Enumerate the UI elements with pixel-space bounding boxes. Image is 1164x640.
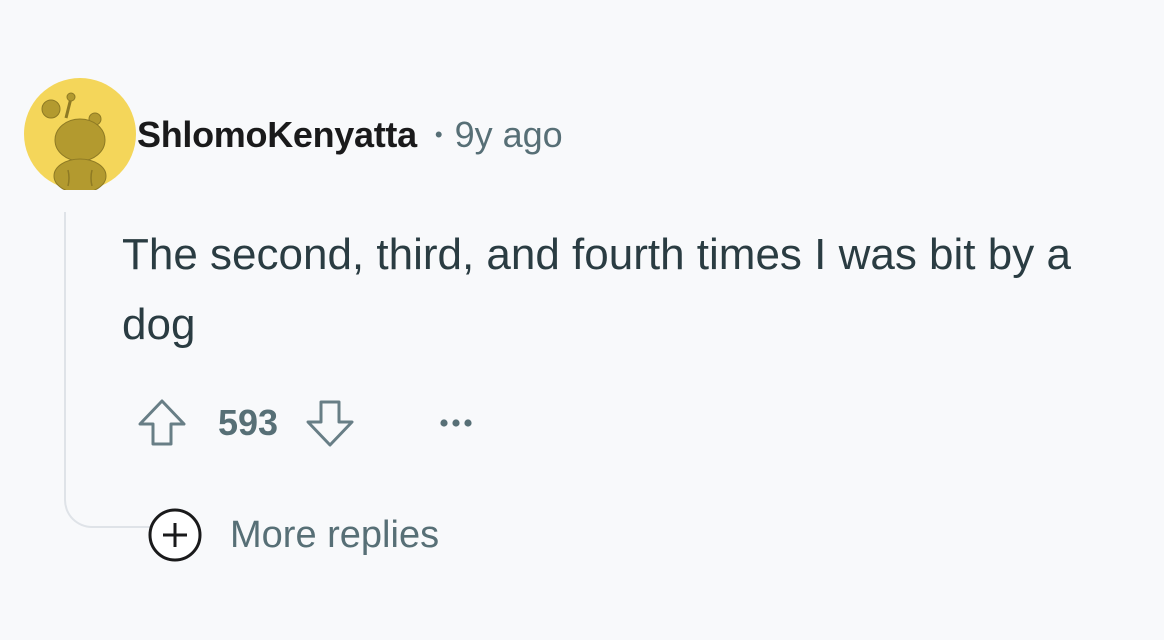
thread-line[interactable] — [64, 212, 66, 492]
thread-connector — [64, 470, 150, 528]
vote-score: 593 — [218, 402, 279, 443]
ellipsis-icon — [440, 419, 472, 427]
avatar[interactable] — [24, 78, 136, 194]
snoo-avatar-icon — [24, 78, 136, 194]
comment-meta: ShlomoKenyatta • 9y ago — [137, 112, 563, 158]
more-options-button[interactable] — [434, 401, 478, 445]
comment-actions: 593 — [134, 394, 478, 452]
upvote-arrow-icon — [138, 399, 186, 446]
downvote-arrow-icon — [306, 400, 354, 447]
downvote-button[interactable] — [302, 395, 358, 451]
more-replies-label: More replies — [230, 513, 440, 556]
username-link[interactable]: ShlomoKenyatta — [137, 114, 417, 156]
meta-separator: • — [434, 122, 443, 147]
plus-circle-icon — [146, 506, 204, 564]
timestamp[interactable]: 9y ago — [455, 114, 563, 156]
more-replies-button[interactable]: More replies — [146, 507, 439, 563]
comment-body: The second, third, and fourth times I wa… — [122, 230, 1071, 349]
upvote-button[interactable] — [134, 395, 190, 451]
